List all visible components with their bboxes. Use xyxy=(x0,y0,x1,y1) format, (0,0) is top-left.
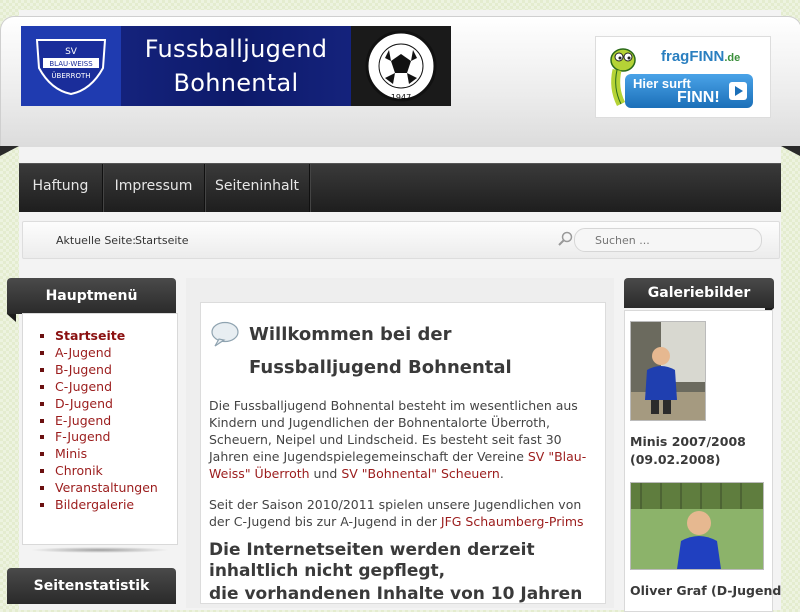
banner-title: Fussballjugend Bohnental xyxy=(121,32,351,100)
menu-title-fold xyxy=(7,314,16,322)
gallery-thumb-1[interactable] xyxy=(630,321,706,421)
menu-item-d-jugend[interactable]: D-Jugend xyxy=(55,396,158,413)
search-box xyxy=(574,228,762,252)
fragfinn-button[interactable]: Hier surft FINN! xyxy=(625,74,753,108)
menu-link[interactable]: D-Jugend xyxy=(55,396,113,411)
menu-link[interactable]: Minis xyxy=(55,446,87,461)
menu-link[interactable]: Bildergalerie xyxy=(55,497,134,512)
menu-item-f-jugend[interactable]: F-Jugend xyxy=(55,429,158,446)
search-input[interactable] xyxy=(595,232,755,248)
main-navbar: Haftung Impressum Seiteninhalt xyxy=(19,163,781,212)
gallery-caption-1: Minis 2007/2008 (09.02.2008) xyxy=(630,434,746,467)
menu-item-c-jugend[interactable]: C-Jugend xyxy=(55,379,158,396)
menu-item-e-jugend[interactable]: E-Jugend xyxy=(55,413,158,430)
play-icon xyxy=(729,82,747,100)
menu-item-minis[interactable]: Minis xyxy=(55,446,158,463)
speech-bubble-icon xyxy=(211,321,239,347)
menu-link[interactable]: E-Jugend xyxy=(55,413,111,428)
article-paragraph-1: Die Fussballjugend Bohnental besteht im … xyxy=(209,398,587,481)
photo-player-icon xyxy=(631,483,763,569)
breadcrumb-label: Aktuelle Seite: xyxy=(56,234,136,247)
gallery-thumb-2[interactable] xyxy=(630,482,764,570)
menu-shadow xyxy=(30,547,170,553)
menu-link[interactable]: A-Jugend xyxy=(55,345,112,360)
breadcrumb-current[interactable]: Startseite xyxy=(135,234,189,247)
article-paragraph-2: Seit der Saison 2010/2011 spielen unsere… xyxy=(209,497,584,529)
svg-text:BLAU·WEISS: BLAU·WEISS xyxy=(49,60,93,68)
football-crest-icon: 1947 xyxy=(365,30,437,102)
fragfinn-badge[interactable]: fragFINN.de Hier surft FINN! xyxy=(595,36,771,118)
crest-left-icon: SV BLAU·WEISS ÜBERROTH xyxy=(35,39,107,96)
menu-item-veranstaltungen[interactable]: Veranstaltungen xyxy=(55,480,158,497)
svg-text:SV: SV xyxy=(65,47,78,57)
site-banner[interactable]: SV BLAU·WEISS ÜBERROTH Fussballjugend Bo… xyxy=(21,26,451,106)
fragfinn-line2: FINN! xyxy=(677,89,720,106)
notice-heading-1: Die Internetseiten werden derzeit inhalt… xyxy=(209,540,535,581)
main-menu-title: Hauptmenü xyxy=(7,278,176,314)
article-title: Willkommen bei der Fussballjugend Bohnen… xyxy=(249,324,512,378)
gallery-title: Galeriebilder xyxy=(624,278,774,308)
svg-text:1947: 1947 xyxy=(391,93,411,102)
svg-text:ÜBERROTH: ÜBERROTH xyxy=(51,71,90,80)
menu-link[interactable]: B-Jugend xyxy=(55,362,112,377)
menu-link[interactable]: C-Jugend xyxy=(55,379,112,394)
link-jfg-schaumberg-prims[interactable]: JFG Schaumberg-Prims xyxy=(441,514,584,529)
menu-item-a-jugend[interactable]: A-Jugend xyxy=(55,345,158,362)
nav-item-impressum[interactable]: Impressum xyxy=(103,164,205,212)
menu-link[interactable]: Startseite xyxy=(55,328,125,343)
club-logo-right: 1947 xyxy=(351,26,451,106)
nav-item-seiteninhalt[interactable]: Seiteninhalt xyxy=(205,164,310,212)
main-menu-list: Startseite A-Jugend B-Jugend C-Jugend D-… xyxy=(45,328,158,514)
menu-item-bildergalerie[interactable]: Bildergalerie xyxy=(55,497,158,514)
menu-item-chronik[interactable]: Chronik xyxy=(55,463,158,480)
club-crest-left: SV BLAU·WEISS ÜBERROTH xyxy=(21,26,121,106)
stats-title: Seitenstatistik xyxy=(7,568,176,604)
main-menu: Startseite A-Jugend B-Jugend C-Jugend D-… xyxy=(22,313,178,545)
menu-link[interactable]: Veranstaltungen xyxy=(55,480,158,495)
header-fold-left xyxy=(0,146,19,156)
link-sv-bohnental[interactable]: SV "Bohnental" Scheuern xyxy=(341,466,500,481)
search-icon[interactable] xyxy=(557,229,575,247)
header-fold-right xyxy=(781,146,800,156)
banner-title-line1: Fussballjugend xyxy=(144,35,328,63)
menu-link[interactable]: F-Jugend xyxy=(55,429,111,444)
menu-link[interactable]: Chronik xyxy=(55,463,103,478)
fragfinn-brand: fragFINN.de xyxy=(661,48,741,65)
banner-title-line2: Bohnental xyxy=(173,69,299,97)
photo-child-icon xyxy=(631,322,705,420)
nav-item-haftung[interactable]: Haftung xyxy=(19,164,103,212)
menu-item-startseite[interactable]: Startseite xyxy=(55,328,158,345)
gallery-caption-2: Oliver Graf (D-Jugend xyxy=(630,583,782,598)
notice-heading-2: die vorhandenen Inhalte von 10 Jahren xyxy=(209,584,583,604)
menu-item-b-jugend[interactable]: B-Jugend xyxy=(55,362,158,379)
